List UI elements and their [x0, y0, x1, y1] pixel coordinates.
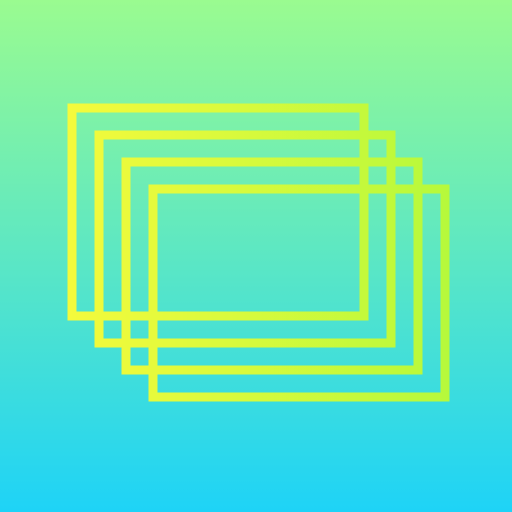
stacked-frames-icon [0, 0, 512, 512]
background [0, 0, 512, 512]
icon-canvas [0, 0, 512, 512]
